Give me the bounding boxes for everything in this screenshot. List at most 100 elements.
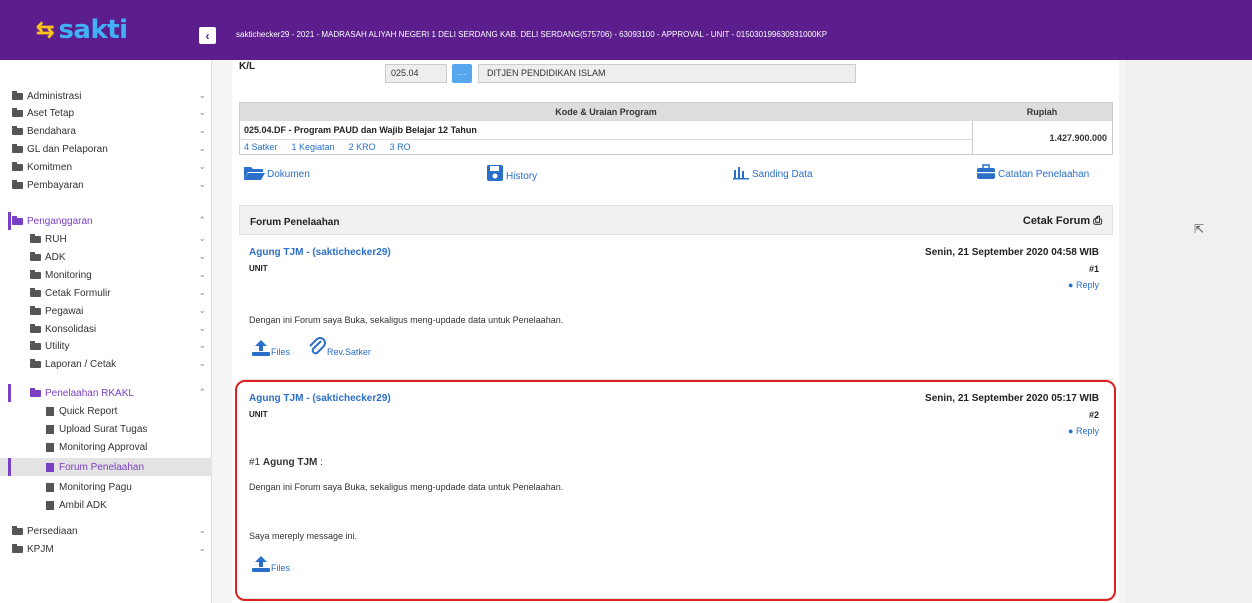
program-table: Kode & Uraian Program Rupiah 025.04.DF -… xyxy=(239,102,1113,155)
chevron-down-icon: ⌄ xyxy=(198,358,206,368)
post-author[interactable]: Agung TJM - (saktichecker29) xyxy=(249,247,391,258)
chevron-down-icon: ⌄ xyxy=(198,179,206,189)
chevron-up-icon: ⌃ xyxy=(198,215,206,225)
topbar-title: saktichecker29 - 2021 - MADRASAH ALIYAH … xyxy=(236,30,828,39)
link-satker[interactable]: 4 Satker xyxy=(244,142,278,152)
reply-button[interactable]: ● Reply xyxy=(1068,280,1099,290)
sidebar-item-monitoring[interactable]: Monitoring ⌄ xyxy=(0,266,212,284)
comment-icon: ● xyxy=(1068,280,1074,290)
sidebar-item-persediaan[interactable]: Persediaan ⌄ xyxy=(0,522,212,540)
chevron-down-icon: ⌄ xyxy=(198,233,206,243)
folder-icon xyxy=(30,251,41,261)
kl-name-field[interactable]: DITJEN PENDIDIKAN ISLAM xyxy=(478,64,856,83)
catatan-penelaahan-button[interactable]: Catatan Penelaahan xyxy=(976,164,1089,180)
logo-text: sakti xyxy=(58,15,128,45)
chevron-down-icon: ⌄ xyxy=(198,161,206,171)
cetak-forum-button[interactable]: Cetak Forum ⎙ xyxy=(1023,215,1102,228)
chevron-down-icon: ⌄ xyxy=(198,90,206,100)
folder-icon xyxy=(30,269,41,279)
folder-icon xyxy=(30,233,41,243)
file-icon xyxy=(46,442,54,452)
dokumen-button[interactable]: Dokumen xyxy=(243,164,310,180)
file-icon xyxy=(46,482,54,492)
sidebar-item-penelaahan-rkakl[interactable]: Penelaahan RKAKL ⌃ xyxy=(0,384,212,402)
print-icon: ⎙ xyxy=(1093,215,1102,227)
sidebar-item-monitoring-pagu[interactable]: Monitoring Pagu xyxy=(0,478,212,496)
link-kegiatan[interactable]: 1 Kegiatan xyxy=(292,142,335,152)
sidebar-item-kpjm[interactable]: KPJM ⌄ xyxy=(0,540,212,558)
divider xyxy=(240,139,972,140)
folder-icon xyxy=(30,358,41,368)
chevron-down-icon: ⌄ xyxy=(198,305,206,315)
sidebar-item-aset-tetap[interactable]: Aset Tetap ⌄ xyxy=(0,104,212,122)
file-icon xyxy=(46,462,54,472)
right-pane xyxy=(1126,60,1252,603)
kl-lookup-button[interactable]: ··· xyxy=(452,64,472,83)
program-value: 1.427.900.000 xyxy=(972,121,1112,154)
sidebar-item-upload-surat-tugas[interactable]: Upload Surat Tugas xyxy=(0,420,212,438)
sidebar-item-penganggaran[interactable]: Penganggaran ⌃ xyxy=(0,212,212,230)
kl-code-field[interactable]: 025.04 xyxy=(385,64,447,83)
post-message: Dengan ini Forum saya Buka, sekaligus me… xyxy=(249,315,564,325)
folder-icon xyxy=(30,387,41,397)
sidebar: Administrasi ⌄ Aset Tetap ⌄ Bendahara ⌄ GL … xyxy=(0,60,212,603)
program-links: 4 Satker 1 Kegiatan 2 KRO 3 RO xyxy=(244,142,411,152)
sidebar-item-monitoring-approval[interactable]: Monitoring Approval xyxy=(0,438,212,456)
folder-icon xyxy=(12,179,23,189)
col-program: Kode & Uraian Program xyxy=(555,107,657,117)
sidebar-item-quick-report[interactable]: Quick Report xyxy=(0,402,212,420)
sidebar-item-komitmen[interactable]: Komitmen ⌄ xyxy=(0,158,212,176)
folder-icon xyxy=(12,125,23,135)
sidebar-item-pegawai[interactable]: Pegawai ⌄ xyxy=(0,302,212,320)
files-button[interactable]: Files xyxy=(251,339,290,357)
sidebar-item-pembayaran[interactable]: Pembayaran ⌄ xyxy=(0,176,212,194)
chevron-down-icon: ⌄ xyxy=(198,340,206,350)
post-number: #1 xyxy=(1088,264,1099,274)
folder-icon xyxy=(30,287,41,297)
active-indicator xyxy=(8,458,11,476)
logo-icon: ⇆ xyxy=(36,17,55,42)
col-rupiah: Rupiah xyxy=(1026,107,1058,117)
history-button[interactable]: History xyxy=(486,164,537,182)
collapse-sidebar-button[interactable]: ‹ xyxy=(199,27,216,44)
chevron-down-icon: ⌄ xyxy=(198,269,206,279)
save-icon xyxy=(487,165,503,181)
post-unit: UNIT xyxy=(249,264,268,273)
sidebar-item-gl[interactable]: GL dan Pelaporan ⌄ xyxy=(0,140,212,158)
sanding-data-button[interactable]: Sanding Data xyxy=(732,164,813,180)
forum-post: Agung TJM - (saktichecker29) UNIT Senin,… xyxy=(239,235,1113,380)
folder-icon xyxy=(12,525,23,535)
sidebar-item-forum-penelaahan[interactable]: Forum Penelaahan xyxy=(0,458,212,476)
sidebar-item-konsolidasi[interactable]: Konsolidasi ⌄ xyxy=(0,320,212,338)
rev-satker-button[interactable]: Rev.Satker xyxy=(307,337,371,357)
post-date: Senin, 21 September 2020 04:58 WIB xyxy=(925,247,1099,258)
sidebar-item-administrasi[interactable]: Administrasi ⌄ xyxy=(0,87,212,105)
chevron-down-icon: ⌄ xyxy=(198,125,206,135)
chevron-down-icon: ⌄ xyxy=(198,251,206,261)
forum-header: Forum Penelaahan Cetak Forum ⎙ xyxy=(239,205,1113,235)
sidebar-item-cetak-formulir[interactable]: Cetak Formulir ⌄ xyxy=(0,284,212,302)
chevron-down-icon: ⌄ xyxy=(198,107,206,117)
table-header: Kode & Uraian Program Rupiah xyxy=(240,103,1112,121)
sidebar-item-adk[interactable]: ADK ⌄ xyxy=(0,248,212,266)
file-icon xyxy=(46,424,54,434)
link-ro[interactable]: 3 RO xyxy=(390,142,411,152)
chevron-down-icon: ⌄ xyxy=(198,525,206,535)
file-icon xyxy=(46,500,54,510)
folder-icon xyxy=(30,340,41,350)
sidebar-item-utility[interactable]: Utility ⌄ xyxy=(0,337,212,355)
chevron-down-icon: ⌄ xyxy=(198,323,206,333)
briefcase-icon xyxy=(977,164,995,179)
folder-icon xyxy=(12,143,23,153)
sidebar-item-laporan-cetak[interactable]: Laporan / Cetak ⌄ xyxy=(0,355,212,373)
sidebar-item-ruh[interactable]: RUH ⌄ xyxy=(0,230,212,248)
sidebar-item-ambil-adk[interactable]: Ambil ADK xyxy=(0,496,212,514)
logo[interactable]: ⇆ sakti xyxy=(0,0,212,60)
folder-icon xyxy=(12,107,23,117)
sidebar-item-bendahara[interactable]: Bendahara ⌄ xyxy=(0,122,212,140)
mouse-cursor-icon: ⇱ xyxy=(1194,222,1205,236)
chevron-up-icon: ⌃ xyxy=(198,387,206,397)
chevron-down-icon: ⌄ xyxy=(198,143,206,153)
link-kro[interactable]: 2 KRO xyxy=(349,142,376,152)
bar-chart-icon xyxy=(733,167,749,180)
